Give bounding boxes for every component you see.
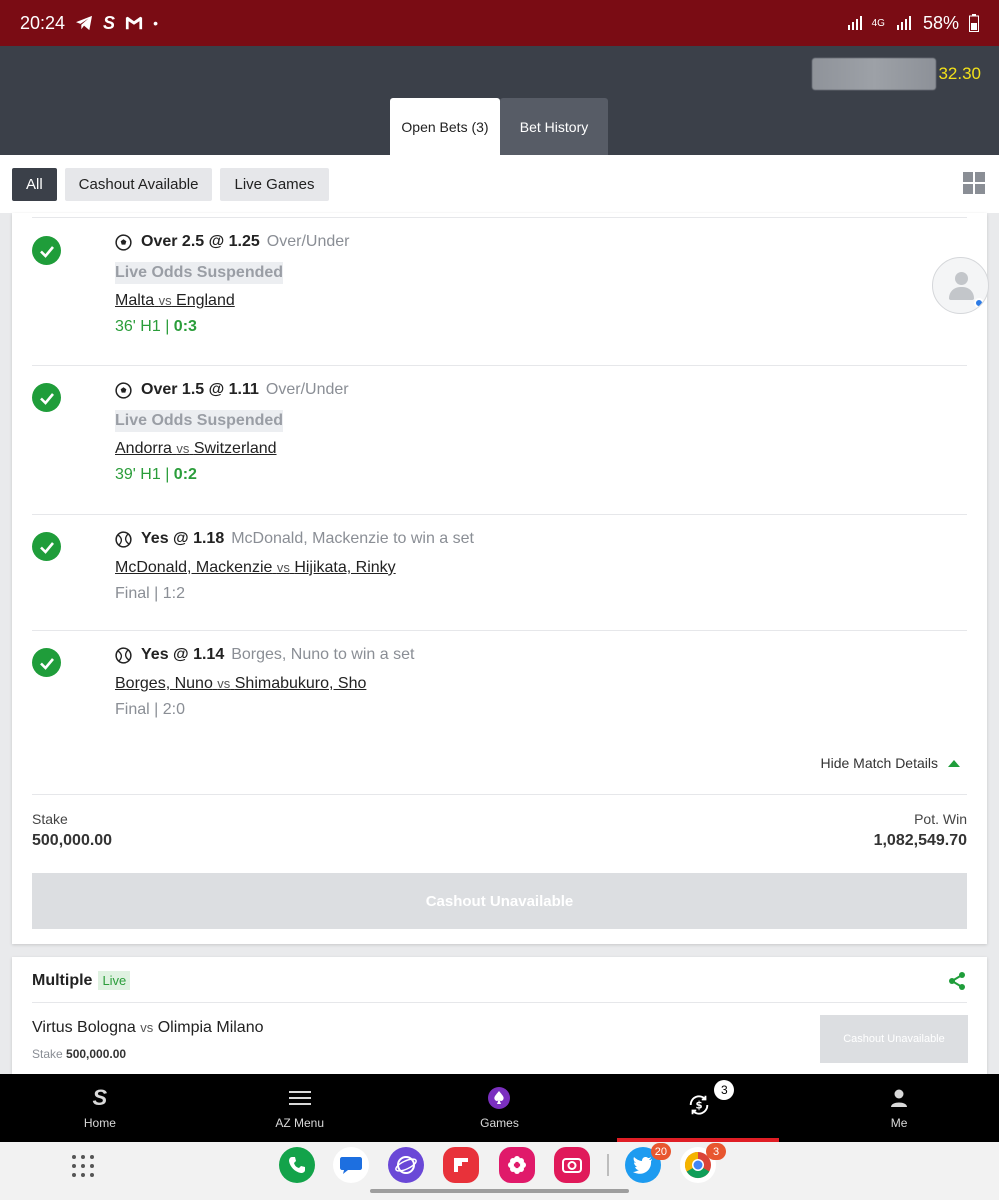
filter-bar: All Cashout Available Live Games: [0, 155, 999, 213]
twitter-app-icon[interactable]: 20: [625, 1143, 671, 1183]
telegram-icon: [76, 15, 93, 31]
stake-summary: Stake 500,000.00: [32, 1047, 127, 1061]
pot-win-value: 1,082,549.70: [873, 832, 967, 849]
bet-leg: Yes @ 1.14 Borges, Nuno to win a set Bor…: [32, 630, 967, 750]
floating-avatar-icon[interactable]: [932, 257, 989, 314]
live-badge: Live: [98, 971, 131, 990]
sportybet-status-icon: S: [103, 12, 116, 33]
selection-label: Over 1.5 @ 1.11: [141, 381, 259, 398]
battery-icon: [969, 14, 979, 32]
notification-dot-icon: •: [153, 15, 158, 31]
won-check-icon: [32, 383, 61, 412]
app-header: 32.30 Open Bets (3) Bet History: [0, 46, 999, 155]
tab-bet-history[interactable]: Bet History: [500, 98, 608, 155]
gallery-app-icon[interactable]: [499, 1147, 535, 1183]
app-drawer-icon[interactable]: [72, 1155, 94, 1177]
cashout-icon: $: [687, 1093, 711, 1117]
internet-browser-icon[interactable]: [388, 1147, 424, 1183]
market-label: Over/Under: [266, 233, 350, 250]
selection-label: Over 2.5 @ 1.25: [141, 233, 260, 250]
grid-view-icon[interactable]: [963, 172, 985, 194]
network-type: 4G: [871, 17, 885, 29]
battery-percent: 58%: [922, 12, 959, 33]
divider: [32, 1002, 967, 1003]
nav-open-bets[interactable]: $ 3: [599, 1074, 799, 1142]
nav-me[interactable]: Me: [799, 1074, 999, 1142]
open-bets-badge: 3: [714, 1080, 735, 1100]
soccer-ball-icon: [115, 381, 132, 399]
won-check-icon: [32, 648, 61, 677]
match-link[interactable]: Malta vs England: [115, 292, 350, 310]
bet-tabs: Open Bets (3) Bet History: [390, 98, 608, 155]
bet-type-title: Multiple Live: [32, 971, 131, 990]
cashout-button[interactable]: Cashout Unavailable: [32, 873, 967, 929]
spade-icon: [487, 1086, 511, 1110]
match-link[interactable]: McDonald, Mackenzie vs Hijikata, Rinky: [115, 559, 474, 577]
balance-amount: 32.30: [938, 64, 981, 83]
live-score: 36' H1 | 0:3: [115, 318, 197, 335]
share-icon[interactable]: [947, 971, 967, 991]
market-label: Borges, Nuno to win a set: [231, 646, 415, 663]
filter-live-games[interactable]: Live Games: [220, 167, 329, 201]
screen-recorder-icon[interactable]: [554, 1147, 590, 1183]
balance-display[interactable]: 32.30: [812, 58, 981, 90]
bet-leg: Yes @ 1.18 McDonald, Mackenzie to win a …: [32, 514, 967, 630]
person-icon: [887, 1086, 911, 1110]
match-link[interactable]: Andorra vs Switzerland: [115, 440, 349, 458]
tennis-ball-icon: [115, 646, 132, 664]
bet-leg: Over 2.5 @ 1.25 Over/Under Live Odds Sus…: [32, 217, 967, 365]
nav-home[interactable]: S Home: [0, 1074, 200, 1142]
won-check-icon: [32, 236, 61, 265]
cashout-button[interactable]: Cashout Unavailable: [820, 1015, 968, 1063]
odds-suspended-badge: Live Odds Suspended: [115, 262, 284, 284]
caret-up-icon: [948, 759, 960, 767]
clock: 20:24: [20, 12, 66, 33]
tennis-ball-icon: [115, 530, 132, 548]
match-title: Virtus Bologna vs Olimpia Milano: [32, 1019, 264, 1036]
status-bar: 20:24 S • 4G 58%: [0, 0, 999, 46]
selection-label: Yes @ 1.18: [141, 530, 225, 547]
market-label: Over/Under: [265, 381, 349, 398]
phone-app-icon[interactable]: [279, 1147, 315, 1183]
twitter-badge: 20: [650, 1143, 671, 1160]
hide-details-label: Hide Match Details: [820, 755, 939, 771]
selection-label: Yes @ 1.14: [141, 646, 225, 663]
nav-az-menu[interactable]: AZ Menu: [200, 1074, 400, 1142]
gmail-icon: [125, 16, 143, 30]
won-check-icon: [32, 532, 61, 561]
dock-divider: [607, 1154, 609, 1176]
android-dock: 20 3: [0, 1142, 999, 1200]
hamburger-menu-icon: [288, 1086, 312, 1110]
soccer-ball-icon: [115, 233, 132, 251]
divider: [32, 794, 967, 795]
hidden-balance-mask: [812, 58, 937, 90]
home-gesture-bar[interactable]: [370, 1189, 629, 1193]
signal-r-icon: [847, 16, 862, 30]
nav-games[interactable]: Games: [400, 1074, 600, 1142]
stake-value: 500,000.00: [32, 832, 113, 849]
odds-suspended-badge: Live Odds Suspended: [115, 410, 284, 432]
multiple-bet-card[interactable]: Multiple Live Virtus Bologna vs Olimpia …: [12, 957, 987, 1074]
bet-card: Over 2.5 @ 1.25 Over/Under Live Odds Sus…: [12, 213, 987, 944]
chrome-badge: 3: [706, 1143, 726, 1160]
signal-icon: [896, 16, 911, 30]
sportybet-logo-icon: S: [92, 1085, 108, 1110]
stake-label: Stake: [32, 811, 68, 827]
chrome-app-icon[interactable]: 3: [680, 1143, 726, 1183]
final-score: Final | 2:0: [115, 701, 185, 718]
pot-win-label: Pot. Win: [914, 811, 967, 827]
final-score: Final | 1:2: [115, 585, 185, 602]
filter-all[interactable]: All: [12, 167, 57, 201]
hide-match-details-toggle[interactable]: Hide Match Details: [820, 755, 960, 771]
messages-app-icon[interactable]: [333, 1147, 369, 1183]
market-label: McDonald, Mackenzie to win a set: [231, 530, 474, 547]
flipboard-app-icon[interactable]: [443, 1147, 479, 1183]
tab-open-bets[interactable]: Open Bets (3): [390, 98, 500, 155]
live-score: 39' H1 | 0:2: [115, 466, 197, 483]
bet-leg: Over 1.5 @ 1.11 Over/Under Live Odds Sus…: [32, 365, 967, 514]
match-link[interactable]: Borges, Nuno vs Shimabukuro, Sho: [115, 675, 414, 693]
filter-cashout-available[interactable]: Cashout Available: [64, 167, 213, 201]
svg-text:$: $: [696, 1101, 703, 1112]
bottom-navigation: S Home AZ Menu Games $ 3 Me: [0, 1074, 999, 1142]
